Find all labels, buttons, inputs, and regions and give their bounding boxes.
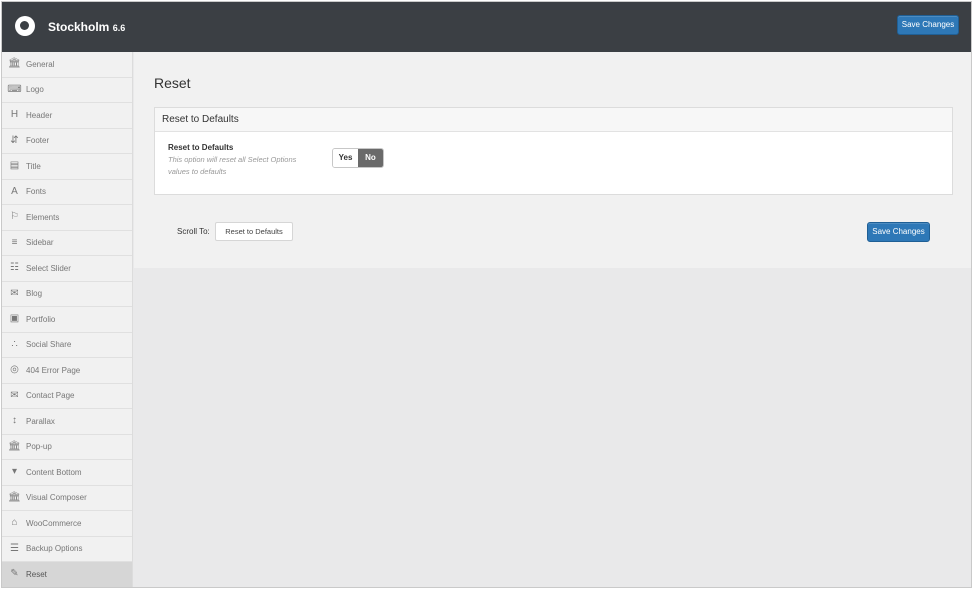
sidebar-item-reset[interactable]: ✎ Reset [2,562,132,587]
scroll-to-label: Scroll To: [177,227,210,236]
sidebar-item-label: 404 Error Page [26,365,81,375]
sidebar-item-label: Sidebar [26,238,54,248]
sidebar-item-portfolio[interactable]: ▣ Portfolio [2,307,132,333]
title-card-icon: ▤ [9,160,20,172]
sidebar-item-label: Footer [26,136,50,146]
option-description: This option will reset all Select Option… [168,155,297,176]
bank-icon: 🏛 [8,491,21,503]
sidebar-item-label: Backup Options [26,544,83,554]
sliders-icon: ☷ [10,262,19,274]
scroll-to-select[interactable]: Reset to Defaults [215,222,293,241]
toggle-yes[interactable]: Yes [333,149,358,167]
sidebar-item-label: Portfolio [26,314,56,324]
sidebar-item-blog[interactable]: ✉ Blog [2,282,132,307]
sidebar-item-404-error-page[interactable]: ◎ 404 Error Page [2,358,132,384]
chat-icon: ✉ [10,287,19,299]
sidebar-item-pop-up[interactable]: 🏛 Pop-up [2,435,132,460]
sidebar-item-label: Fonts [26,187,47,197]
eraser-icon: ✎ [10,568,19,580]
sidebar-item-label: Logo [26,85,44,95]
toggle-no[interactable]: No [358,149,383,167]
sidebar-item-footer[interactable]: ⇵ Footer [2,129,132,154]
font-icon: A [11,185,18,197]
page-title: Reset [154,75,191,91]
sidebar-item-label: Header [26,110,53,120]
logo-icon [15,16,35,36]
sidebar-item-label: Content Bottom [26,467,82,477]
sidebar-item-visual-composer[interactable]: 🏛 Visual Composer [2,486,132,511]
bank-icon: 🏛 [8,58,21,70]
sidebar-item-sidebar[interactable]: ≡ Sidebar [2,231,132,256]
menu-lines-icon: ≡ [11,236,18,248]
bank-icon: 🏛 [8,440,21,452]
sidebar-item-header[interactable]: H Header [2,103,132,129]
sidebar-item-social-share[interactable]: ∴ Social Share [2,333,132,358]
sidebar-item-select-slider[interactable]: ☷ Select Slider [2,256,132,282]
sidebar-item-title[interactable]: ▤ Title [2,154,132,180]
sort-icon: ⇵ [10,134,19,146]
app-frame: Stockholm 6.6 Save Changes 🏛 General ⌨ Logo… [1,1,972,588]
keyboard-icon: ⌨ [7,83,22,95]
cart-icon: ⌂ [11,517,18,529]
app-name: Stockholm [48,20,110,34]
sidebar-item-content-bottom[interactable]: ▾ Content Bottom [2,460,132,486]
sidebar-item-backup-options[interactable]: ☰ Backup Options [2,537,132,562]
sidebar-item-label: Contact Page [26,391,75,401]
database-icon: ☰ [10,542,19,554]
sidebar-item-label: Visual Composer [26,493,87,503]
top-bar: Stockholm 6.6 Save Changes [2,2,971,52]
options-sidebar: 🏛 General ⌨ Logo H Header ⇵ Footer ▤ Title A Fonts ⚐… [2,52,133,587]
sidebar-item-label: Social Share [26,340,72,350]
sidebar-item-logo[interactable]: ⌨ Logo [2,78,132,103]
sidebar-item-parallax[interactable]: ↕ Parallax [2,409,132,435]
share-icon: ∴ [11,338,18,350]
sidebar-item-label: Pop-up [26,442,52,452]
sidebar-item-elements[interactable]: ⚐ Elements [2,205,132,231]
sidebar-item-contact-page[interactable]: ✉ Contact Page [2,384,132,409]
caret-box-icon: ▾ [11,466,18,478]
sidebar-item-fonts[interactable]: A Fonts [2,180,132,205]
sidebar-item-woocommerce[interactable]: ⌂ WooCommerce [2,511,132,537]
sidebar-item-label: Elements [26,212,60,222]
section-title: Reset to Defaults [155,108,952,132]
save-changes-button-bottom[interactable]: Save Changes [867,222,930,242]
sidebar-item-general[interactable]: 🏛 General [2,52,132,78]
sidebar-item-label: WooCommerce [26,518,82,528]
sidebar-item-label: General [26,59,55,69]
app-title: Stockholm 6.6 [48,20,125,34]
main-panel: Reset Reset to Defaults Reset to Default… [134,52,971,268]
sidebar-item-label: Select Slider [26,263,71,273]
reset-toggle[interactable]: Yes No [332,148,384,168]
save-changes-button-top[interactable]: Save Changes [897,15,959,35]
vertical-arrows-icon: ↕ [12,415,17,427]
option-label: Reset to Defaults [168,143,234,152]
sidebar-item-label: Reset [26,569,47,579]
header-icon: H [10,109,19,121]
sidebar-item-label: Blog [26,289,43,299]
reset-section: Reset to Defaults Reset to Defaults This… [154,107,953,195]
flag-icon: ⚐ [10,211,19,223]
image-icon: ▣ [9,313,20,325]
target-icon: ◎ [10,364,19,376]
app-version: 6.6 [112,23,126,33]
sidebar-item-label: Title [26,161,41,171]
envelope-icon: ✉ [10,389,19,401]
sidebar-item-label: Parallax [26,416,55,426]
